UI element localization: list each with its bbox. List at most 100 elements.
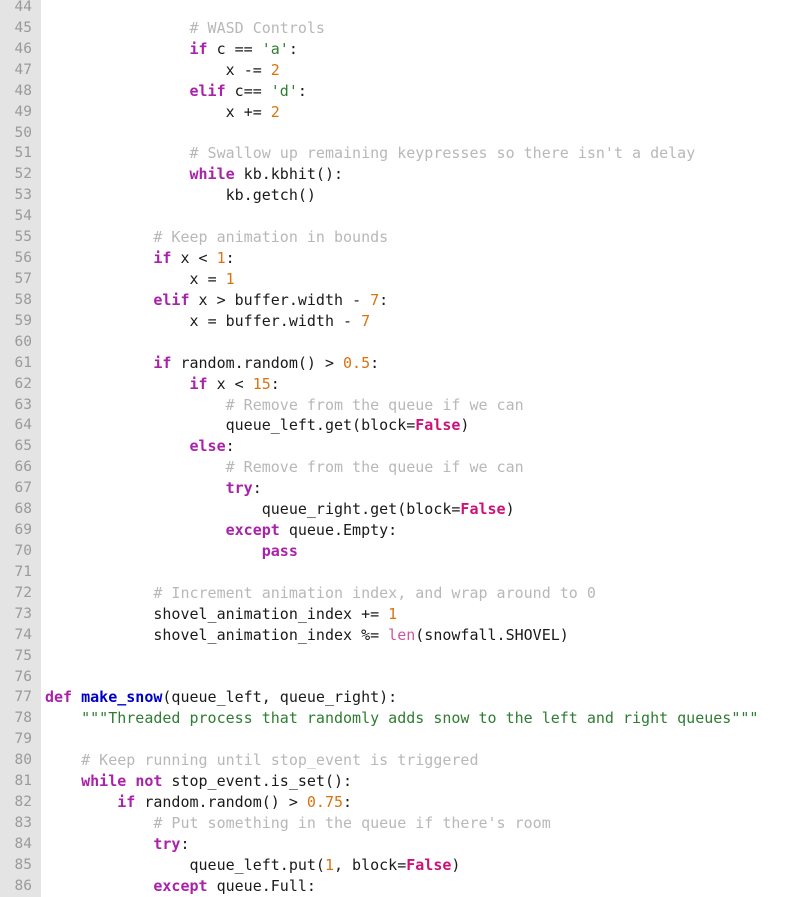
line-number: 81 bbox=[14, 773, 32, 790]
code-line[interactable]: 69 except queue.Empty: bbox=[0, 520, 811, 541]
code-line[interactable]: 74 shovel_animation_index %= len(snowfal… bbox=[0, 625, 811, 646]
line-content[interactable]: if random.random() > 0.75: bbox=[41, 792, 811, 813]
line-content[interactable]: queue_left.get(block=False) bbox=[41, 415, 811, 436]
code-line[interactable]: 65 else: bbox=[0, 436, 811, 457]
code-line[interactable]: 49 x += 2 bbox=[0, 102, 811, 123]
code-line[interactable]: 71 bbox=[0, 562, 811, 583]
code-line[interactable]: 80 # Keep running until stop_event is tr… bbox=[0, 750, 811, 771]
token-plain: buffer.width bbox=[216, 311, 344, 330]
line-content[interactable]: # Keep running until stop_event is trigg… bbox=[41, 750, 811, 771]
line-content[interactable]: x = buffer.width - 7 bbox=[41, 311, 811, 332]
line-content[interactable]: """Threaded process that randomly adds s… bbox=[41, 708, 811, 729]
code-line[interactable]: 47 x -= 2 bbox=[0, 60, 811, 81]
code-line[interactable]: 44 bbox=[0, 0, 811, 18]
line-content[interactable]: shovel_animation_index %= len(snowfall.S… bbox=[41, 625, 811, 646]
code-line[interactable]: 84 try: bbox=[0, 834, 811, 855]
code-line[interactable]: 57 x = 1 bbox=[0, 269, 811, 290]
token-plain: : bbox=[297, 81, 307, 100]
line-content[interactable]: elif x > buffer.width - 7: bbox=[41, 290, 811, 311]
line-content[interactable]: while not stop_event.is_set(): bbox=[41, 771, 811, 792]
code-line[interactable]: 76 bbox=[0, 667, 811, 688]
line-content[interactable]: # Increment animation index, and wrap ar… bbox=[41, 583, 811, 604]
code-line[interactable]: 48 elif c== 'd': bbox=[0, 81, 811, 102]
code-line[interactable]: 66 # Remove from the queue if we can bbox=[0, 457, 811, 478]
line-content[interactable]: x += 2 bbox=[41, 102, 811, 123]
code-line[interactable]: 51 # Swallow up remaining keypresses so … bbox=[0, 143, 811, 164]
token-kw: while bbox=[81, 772, 127, 791]
line-content[interactable]: queue_right.get(block=False) bbox=[41, 499, 811, 520]
code-line[interactable]: 82 if random.random() > 0.75: bbox=[0, 792, 811, 813]
code-line[interactable]: 55 # Keep animation in bounds bbox=[0, 227, 811, 248]
code-line[interactable]: 77 def make_snow(queue_left, queue_right)… bbox=[0, 687, 811, 708]
token-num: 1 bbox=[225, 269, 235, 288]
line-content[interactable]: def make_snow(queue_left, queue_right): bbox=[41, 687, 811, 708]
code-line[interactable]: 59 x = buffer.width - 7 bbox=[0, 311, 811, 332]
line-content[interactable]: except queue.Full: bbox=[41, 876, 811, 897]
code-line[interactable]: 60 bbox=[0, 332, 811, 353]
code-line[interactable]: 68 queue_right.get(block=False) bbox=[0, 499, 811, 520]
code-viewer[interactable]: 44 45 # WASD Controls 46 if c == 'a': 47 x … bbox=[0, 0, 811, 897]
line-content[interactable]: if x < 15: bbox=[41, 374, 811, 395]
code-line[interactable]: 67 try: bbox=[0, 478, 811, 499]
line-content[interactable]: if x < 1: bbox=[41, 248, 811, 269]
code-line[interactable]: 63 # Remove from the queue if we can bbox=[0, 395, 811, 416]
code-line[interactable]: 81 while not stop_event.is_set(): bbox=[0, 771, 811, 792]
token-num: 0.75 bbox=[306, 793, 344, 812]
line-content[interactable]: if random.random() > 0.5: bbox=[41, 353, 811, 374]
code-line[interactable]: 50 bbox=[0, 123, 811, 144]
code-line[interactable]: 75 bbox=[0, 646, 811, 667]
line-content[interactable]: try: bbox=[41, 478, 811, 499]
code-line[interactable]: 45 # WASD Controls bbox=[0, 18, 811, 39]
code-line[interactable]: 79 bbox=[0, 729, 811, 750]
token-op: += bbox=[243, 102, 262, 121]
line-content[interactable]: while kb.kbhit(): bbox=[41, 164, 811, 185]
token-def: def bbox=[45, 688, 73, 707]
code-line[interactable]: 73 shovel_animation_index += 1 bbox=[0, 604, 811, 625]
code-line[interactable]: 64 queue_left.get(block=False) bbox=[0, 415, 811, 436]
line-content[interactable]: x = 1 bbox=[41, 269, 811, 290]
code-line[interactable]: 46 if c == 'a': bbox=[0, 39, 811, 60]
code-line[interactable]: 62 if x < 15: bbox=[0, 374, 811, 395]
code-line[interactable]: 53 kb.getch() bbox=[0, 185, 811, 206]
line-content[interactable]: # Put something in the queue if there's … bbox=[41, 813, 811, 834]
code-line[interactable]: 78 """Threaded process that randomly add… bbox=[0, 708, 811, 729]
code-line[interactable]: 52 while kb.kbhit(): bbox=[0, 164, 811, 185]
line-content[interactable]: # Keep animation in bounds bbox=[41, 227, 811, 248]
line-number: 86 bbox=[14, 877, 32, 894]
code-line[interactable]: 54 bbox=[0, 206, 811, 227]
token-op: = bbox=[207, 269, 217, 288]
line-content[interactable]: queue_left.put(1, block=False) bbox=[41, 855, 811, 876]
code-line[interactable]: 70 pass bbox=[0, 541, 811, 562]
line-content[interactable]: try: bbox=[41, 834, 811, 855]
token-plain: : bbox=[343, 793, 353, 812]
code-lines-container[interactable]: 44 45 # WASD Controls 46 if c == 'a': 47 x … bbox=[0, 0, 811, 897]
line-content[interactable]: if c == 'a': bbox=[41, 39, 811, 60]
line-content[interactable]: except queue.Empty: bbox=[41, 520, 811, 541]
line-content[interactable]: else: bbox=[41, 436, 811, 457]
code-line[interactable]: 56 if x < 1: bbox=[0, 248, 811, 269]
code-line[interactable]: 58 elif x > buffer.width - 7: bbox=[0, 290, 811, 311]
line-content[interactable]: # WASD Controls bbox=[41, 18, 811, 39]
code-line[interactable]: 86 except queue.Full: bbox=[0, 876, 811, 897]
code-line[interactable]: 72 # Increment animation index, and wrap… bbox=[0, 583, 811, 604]
line-content[interactable]: kb.getch() bbox=[41, 185, 811, 206]
line-content[interactable]: x -= 2 bbox=[41, 60, 811, 81]
line-content[interactable]: elif c== 'd': bbox=[41, 81, 811, 102]
line-content[interactable]: # Remove from the queue if we can bbox=[41, 395, 811, 416]
code-line[interactable]: 61 if random.random() > 0.5: bbox=[0, 353, 811, 374]
token-plain: queue.Full: bbox=[207, 876, 316, 895]
token-kw: not bbox=[135, 772, 163, 791]
line-content[interactable]: # Remove from the queue if we can bbox=[41, 457, 811, 478]
code-line[interactable]: 83 # Put something in the queue if there… bbox=[0, 813, 811, 834]
line-content[interactable]: pass bbox=[41, 541, 811, 562]
code-line[interactable]: 85 queue_left.put(1, block=False) bbox=[0, 855, 811, 876]
line-content[interactable]: shovel_animation_index += 1 bbox=[41, 604, 811, 625]
line-content[interactable]: # Swallow up remaining keypresses so the… bbox=[41, 143, 811, 164]
